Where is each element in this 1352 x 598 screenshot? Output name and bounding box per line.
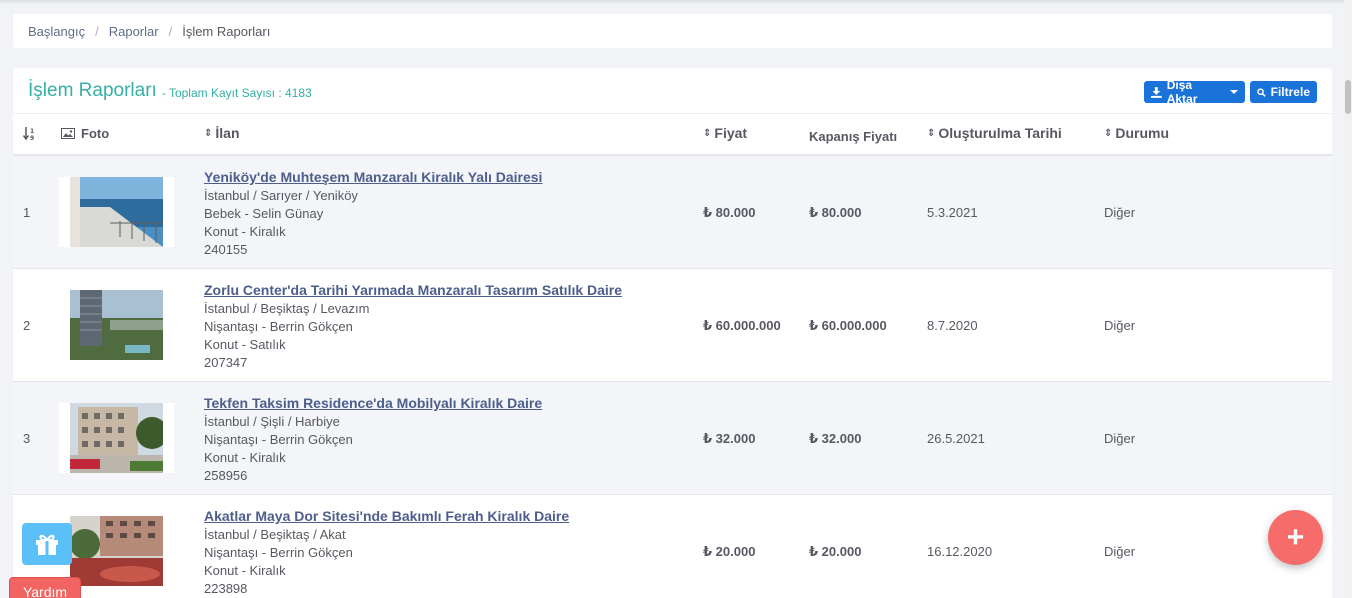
listing-closing-price: ₺ 80.000 [809,205,862,220]
listing-status: Diğer [1104,205,1136,220]
breadcrumb-separator: / [95,23,99,39]
column-status[interactable]: ⇕ Durumu [1104,125,1169,141]
listing-date: 26.5.2021 [927,431,985,446]
listing-photo[interactable] [59,403,174,473]
listing-office: Bebek - Selin Günay [204,206,324,221]
filter-label: Filtrele [1270,85,1310,99]
listing-status: Diğer [1104,431,1136,446]
listing-status: Diğer [1104,318,1136,333]
listing-price: ₺ 60.000.000 [703,318,781,333]
breadcrumb-current: İşlem Raporları [182,23,271,39]
listing-info: Tekfen Taksim Residence'da Mobilyalı Kir… [204,394,542,485]
listing-info: Yeniköy'de Muhteşem Manzaralı Kiralık Ya… [204,168,542,259]
export-button[interactable]: Dışa Aktar [1144,78,1245,106]
page-scrollbar[interactable] [1344,0,1352,598]
listing-office: Nişantaşı - Berrin Gökçen [204,545,353,560]
listing-info: Akatlar Maya Dor Sitesi'nde Bakımlı Fera… [204,507,569,598]
listing-info: Zorlu Center'da Tarihi Yarımada Manzaral… [204,281,622,372]
sort-icon: ⇕ [1104,127,1113,139]
gift-icon [36,534,58,555]
listing-closing-price: ₺ 60.000.000 [809,318,887,333]
listing-date: 16.12.2020 [927,544,993,559]
search-icon [1257,87,1266,97]
column-price-label: Fiyat [714,125,748,141]
page-title: İşlem Raporları [28,79,157,101]
image-icon [61,128,75,139]
column-listing-label: İlan [215,125,240,141]
row-index: 2 [23,318,31,333]
listing-date: 8.7.2020 [927,318,978,333]
table-row[interactable]: Akatlar Maya Dor Sitesi'nde Bakımlı Fera… [13,495,1332,598]
top-shadow [0,0,1352,4]
listing-location: İstanbul / Beşiktaş / Levazım [204,301,370,316]
breadcrumb-home[interactable]: Başlangıç [28,24,85,39]
column-listing[interactable]: ⇕ İlan [204,125,240,141]
table-row[interactable]: 1 Yeniköy'de Muhteşem Manzaralı Kiralık … [13,156,1332,269]
listing-code: 240155 [204,242,248,257]
table-row[interactable]: 2 Zorlu Center'da Tarihi Yarımada Manzar… [13,269,1332,382]
listing-office: Nişantaşı - Berrin Gökçen [204,319,353,334]
listing-closing-price: ₺ 20.000 [809,544,862,559]
listing-price: ₺ 20.000 [703,544,756,559]
record-count: - Toplam Kayıt Sayısı : 4183 [161,86,312,100]
listing-type: Konut - Satılık [204,337,286,352]
download-icon [1151,86,1162,98]
export-label: Dışa Aktar [1166,78,1198,106]
listing-location: İstanbul / Şişli / Harbiye [204,414,340,429]
scrollbar-thumb[interactable] [1345,80,1351,114]
breadcrumb: Başlangıç / Raporlar / İşlem Raporları [13,14,1332,48]
listing-photo[interactable] [59,290,174,360]
listing-title-link[interactable]: Akatlar Maya Dor Sitesi'nde Bakımlı Fera… [204,507,569,525]
row-index: 1 [23,205,31,220]
panel-header: İşlem Raporları - Toplam Kayıt Sayısı : … [13,68,1332,114]
gift-button[interactable] [22,523,72,565]
breadcrumb-separator: / [168,23,173,39]
listing-type: Konut - Kiralık [204,563,286,578]
sort-index-icon[interactable]: 19 [23,127,35,141]
listing-location: İstanbul / Beşiktaş / Akat [204,527,346,542]
listing-code: 258956 [204,468,248,483]
svg-text:1: 1 [30,128,34,135]
table-row[interactable]: 3 Tekfen Taksim Residence'da Mobilyalı K… [13,382,1332,495]
listing-type: Konut - Kiralık [204,224,286,239]
listing-title-link[interactable]: Yeniköy'de Muhteşem Manzaralı Kiralık Ya… [204,168,542,186]
listing-location: İstanbul / Sarıyer / Yeniköy [204,188,358,203]
listing-price: ₺ 80.000 [703,205,756,220]
listing-price: ₺ 32.000 [703,431,756,446]
column-created-date-label: Oluşturulma Tarihi [938,125,1062,141]
add-button[interactable]: + [1268,510,1323,565]
column-closing-price: Kapanış Fiyatı [809,129,897,144]
listing-type: Konut - Kiralık [204,450,286,465]
plus-icon: + [1286,520,1305,554]
svg-text:9: 9 [30,135,34,141]
listing-date: 5.3.2021 [927,205,978,220]
help-button[interactable]: Yardım [9,577,81,598]
listing-status: Diğer [1104,544,1136,559]
listing-photo[interactable] [59,516,174,586]
caret-down-icon [1230,90,1238,94]
column-photo: Foto [61,126,109,141]
listing-title-link[interactable]: Tekfen Taksim Residence'da Mobilyalı Kir… [204,394,542,412]
row-index: 3 [23,431,31,446]
sort-icon: ⇕ [703,127,712,139]
column-photo-label: Foto [81,126,110,141]
filter-button[interactable]: Filtrele [1250,81,1317,103]
sort-icon: ⇕ [204,127,213,139]
sort-icon: ⇕ [927,127,936,139]
listing-photo[interactable] [59,177,174,247]
column-closing-price-label: Kapanış Fiyatı [809,129,898,144]
column-created-date[interactable]: ⇕ Oluşturulma Tarihi [927,125,1062,141]
listing-code: 223898 [204,581,248,596]
listing-office: Nişantaşı - Berrin Gökçen [204,432,353,447]
column-status-label: Durumu [1115,125,1170,141]
listing-closing-price: ₺ 32.000 [809,431,862,446]
listing-code: 207347 [204,355,248,370]
breadcrumb-reports[interactable]: Raporlar [109,24,159,39]
column-price[interactable]: ⇕ Fiyat [703,125,747,141]
listing-title-link[interactable]: Zorlu Center'da Tarihi Yarımada Manzaral… [204,281,622,299]
reports-panel: İşlem Raporları - Toplam Kayıt Sayısı : … [13,68,1332,598]
table-header: 19 Foto ⇕ İlan ⇕ Fiyat Kapanış Fiyatı ⇕ … [13,114,1332,156]
